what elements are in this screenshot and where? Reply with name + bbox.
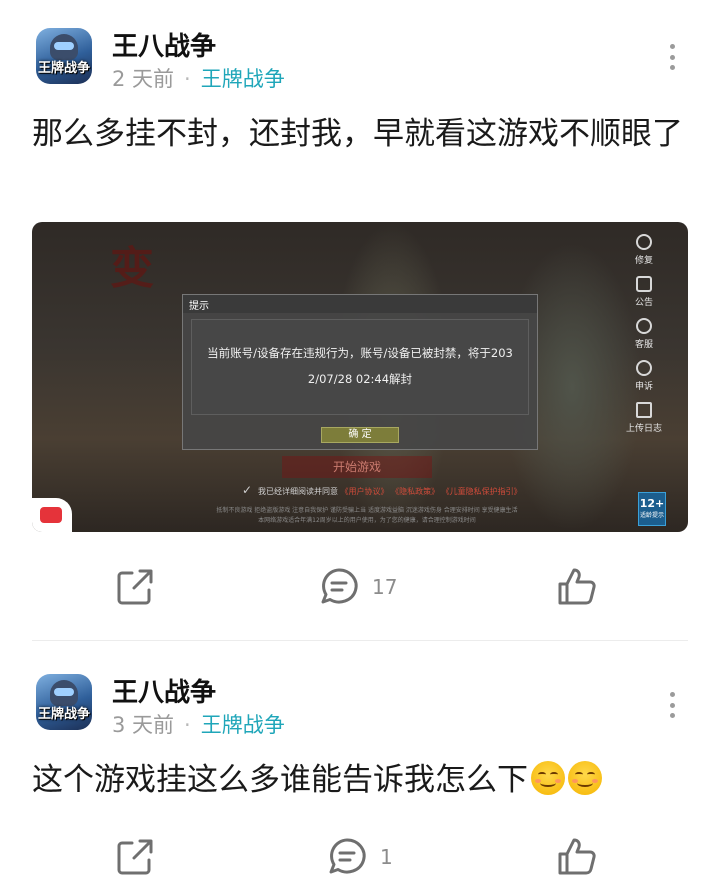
dialog-message: 当前账号/设备存在违规行为，账号/设备已被封禁，将于203 2/07/28 02… <box>191 319 529 415</box>
avatar-visor <box>54 42 74 50</box>
side-item-repair: 修复 <box>635 234 653 266</box>
more-options-icon[interactable] <box>668 692 676 718</box>
thumbs-up-icon <box>558 568 596 605</box>
dialog-title: 提示 <box>183 295 537 313</box>
like-button[interactable] <box>556 832 598 882</box>
comment-icon <box>321 568 358 604</box>
share-icon <box>117 569 153 605</box>
background-graffiti: 变 <box>110 243 154 294</box>
notice-icon <box>635 276 652 292</box>
service-icon <box>635 318 652 334</box>
post-card: 王牌战争 王八战争 3 天前 · 王牌战争 这个游戏挂这么多谁能告诉我怎么下 1 <box>0 642 720 896</box>
post-time: 3 天前 <box>112 713 175 737</box>
share-button[interactable] <box>114 832 156 882</box>
appeal-icon <box>635 360 652 376</box>
age-rating-badge: 12+ 适龄提示 <box>638 492 666 526</box>
more-options-icon[interactable] <box>668 44 676 70</box>
action-bar: 17 <box>0 562 720 612</box>
dialog-confirm-button: 确 定 <box>321 427 399 443</box>
share-button[interactable] <box>114 562 156 612</box>
side-item-appeal: 申诉 <box>635 360 653 392</box>
post-time: 2 天前 <box>112 67 175 91</box>
game-tag-link[interactable]: 王牌战争 <box>201 67 285 91</box>
smiling-face-icon <box>531 761 565 795</box>
game-tag-link[interactable]: 王牌战争 <box>201 713 285 737</box>
post-divider <box>32 640 688 641</box>
thumbs-up-icon <box>558 838 596 875</box>
comment-count: 17 <box>372 575 398 599</box>
post-content: 那么多挂不封，还封我，早就看这游戏不顺眼了 <box>32 116 683 152</box>
meta-separator: · <box>184 713 191 737</box>
fine-print: 抵制不良游戏 拒绝盗版游戏 注意自我保护 谨防受骗上当 适度游戏益脑 沉迷游戏伤… <box>216 507 518 524</box>
side-item-upload: 上传日志 <box>626 402 662 434</box>
avatar-visor <box>54 688 74 696</box>
share-icon <box>117 839 153 875</box>
agreement-text: 我已经详细阅读并同意 《用户协议》 《隐私政策》 《儿童隐私保护指引》 <box>258 487 522 496</box>
post-image[interactable]: 变 修复 公告 客服 申诉 上传日志 提示 当前账号/设备存在违规行为，账号/设… <box>32 222 688 532</box>
avatar-logo-text: 王牌战争 <box>37 707 90 722</box>
post-meta: 3 天前 · 王牌战争 <box>112 709 285 739</box>
username[interactable]: 王八战争 <box>112 672 216 709</box>
comment-icon <box>329 838 366 874</box>
ban-dialog: 提示 当前账号/设备存在违规行为，账号/设备已被封禁，将于203 2/07/28… <box>182 294 538 450</box>
avatar[interactable]: 王牌战争 <box>36 28 92 84</box>
comment-button[interactable]: 17 <box>318 562 397 612</box>
post-meta: 2 天前 · 王牌战争 <box>112 63 285 93</box>
wrench-icon <box>635 234 652 250</box>
game-side-menu: 修复 公告 客服 申诉 上传日志 <box>618 234 670 434</box>
start-game-button: 开始游戏 <box>282 456 432 478</box>
side-item-service: 客服 <box>635 318 653 350</box>
post-content: 这个游戏挂这么多谁能告诉我怎么下 <box>32 758 692 802</box>
avatar-logo-text: 王牌战争 <box>37 61 90 76</box>
comment-button[interactable]: 1 <box>326 832 393 882</box>
side-item-notice: 公告 <box>635 276 653 308</box>
action-bar: 1 <box>0 832 720 882</box>
post-card: 王牌战争 王八战争 2 天前 · 王牌战争 那么多挂不封，还封我，早就看这游戏不顺眼… <box>0 0 720 640</box>
app-logo-icon <box>32 498 72 532</box>
username[interactable]: 王八战争 <box>112 26 216 63</box>
smiling-face-icon <box>568 761 602 795</box>
upload-icon <box>635 402 652 418</box>
meta-separator: · <box>184 67 191 91</box>
like-button[interactable] <box>556 562 598 612</box>
comment-count: 1 <box>380 845 393 869</box>
avatar[interactable]: 王牌战争 <box>36 674 92 730</box>
checkmark-icon: ✓ <box>242 483 253 497</box>
